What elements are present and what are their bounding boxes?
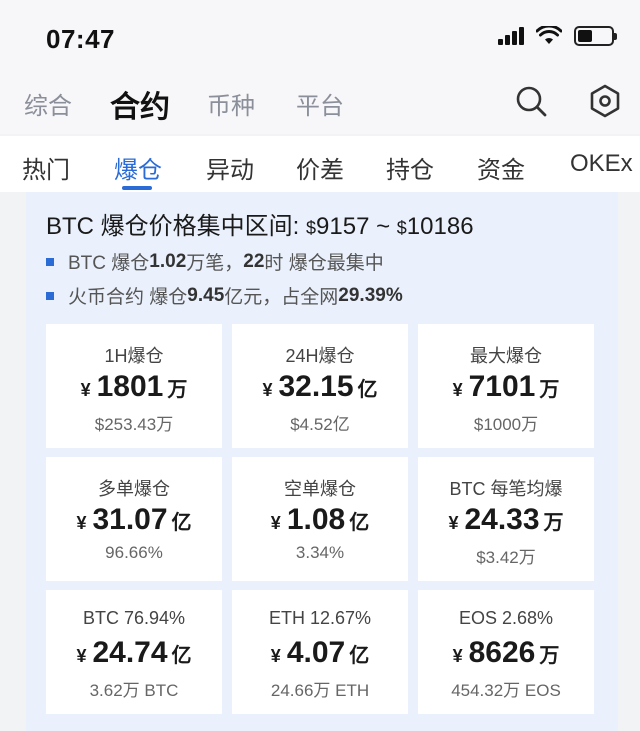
top-nav: 综合 合约 币种 平台 [0, 72, 640, 134]
tab-spread[interactable]: 价差 [296, 150, 344, 185]
liquidation-panel: BTC 爆仓价格集中区间: $9157 ~ $10186 BTC 爆仓 1.02… [26, 192, 618, 731]
signal-icon [498, 27, 524, 45]
battery-icon [574, 26, 617, 46]
summary-bullet: 火币合约 爆仓 9.45 亿元，占全网 29.39% [46, 282, 403, 309]
status-time: 07:47 [46, 24, 115, 54]
summary-bullet: BTC 爆仓 1.02 万笔， 22 时 爆仓最集中 [46, 248, 384, 275]
tab-funds[interactable]: 资金 [477, 150, 525, 185]
range-separator: ~ [376, 213, 391, 240]
currency-symbol: $ [396, 218, 407, 238]
title-text: BTC 爆仓价格集中区间: [46, 213, 300, 240]
stat-card-short[interactable]: 空单爆仓 ¥1.08 亿 3.34% [232, 457, 408, 581]
stat-card-max[interactable]: 最大爆仓 ¥7101 万 $1000万 [418, 324, 594, 448]
tab-liquidation[interactable]: 爆仓 [114, 150, 162, 185]
tab-hot[interactable]: 热门 [22, 150, 70, 185]
status-bar: 07:47 [0, 0, 640, 72]
tab-platforms[interactable]: 平台 [296, 86, 344, 121]
tab-contracts[interactable]: 合约 [110, 82, 170, 126]
settings-icon[interactable] [588, 84, 622, 118]
stat-card-1h[interactable]: 1H爆仓 ¥1801 万 $253.43万 [46, 324, 222, 448]
tab-coins[interactable]: 币种 [207, 86, 255, 121]
currency-symbol: $ [306, 218, 317, 238]
stat-card-btc[interactable]: BTC 76.94% ¥24.74 亿 3.62万 BTC [46, 590, 222, 714]
range-low: 9157 [316, 213, 370, 240]
bullet-icon [46, 291, 54, 300]
stat-card-btc-avg[interactable]: BTC 每笔均爆 ¥24.33 万 $3.42万 [418, 457, 594, 581]
sub-nav: 热门 爆仓 异动 价差 持仓 资金 OKEx [0, 136, 640, 192]
tab-movement[interactable]: 异动 [206, 150, 254, 185]
wifi-icon [536, 26, 562, 44]
tab-overview[interactable]: 综合 [24, 86, 72, 121]
stat-card-eos[interactable]: EOS 2.68% ¥8626 万 454.32万 EOS [418, 590, 594, 714]
active-tab-indicator [122, 186, 152, 190]
status-icons [498, 26, 617, 46]
range-high: 10186 [406, 213, 474, 240]
stat-card-eth[interactable]: ETH 12.67% ¥4.07 亿 24.66万 ETH [232, 590, 408, 714]
tab-positions[interactable]: 持仓 [386, 150, 434, 185]
bullet-icon [46, 257, 54, 266]
stat-card-24h[interactable]: 24H爆仓 ¥32.15 亿 $4.52亿 [232, 324, 408, 448]
stat-card-long[interactable]: 多单爆仓 ¥31.07 亿 96.66% [46, 457, 222, 581]
panel-title: BTC 爆仓价格集中区间: $9157 ~ $10186 [46, 206, 474, 241]
search-icon[interactable] [514, 84, 548, 118]
tab-okex[interactable]: OKEx [570, 150, 633, 178]
